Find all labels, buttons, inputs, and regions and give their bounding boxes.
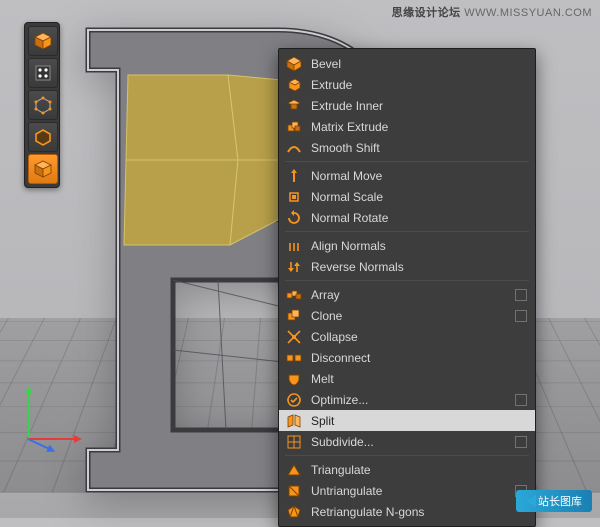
collapse-icon: [285, 328, 303, 346]
menu-extrude[interactable]: Extrude: [279, 74, 535, 95]
menu-label: Smooth Shift: [311, 141, 527, 155]
menu-label: Disconnect: [311, 351, 527, 365]
menu-separator: [285, 455, 529, 456]
menu-label: Split: [311, 414, 527, 428]
split-icon: [285, 412, 303, 430]
menu-label: Retriangulate N-gons: [311, 505, 527, 519]
submenu-indicator-icon: [515, 436, 527, 448]
menu-label: Triangulate: [311, 463, 527, 477]
axis-gizmo: [18, 380, 78, 440]
normal-scale-icon: [285, 188, 303, 206]
edge-mode-button[interactable]: [28, 122, 58, 152]
menu-normal-rotate[interactable]: Normal Rotate: [279, 207, 535, 228]
menu-retriangulate-ngons[interactable]: Retriangulate N-gons: [279, 501, 535, 522]
menu-label: Extrude: [311, 78, 527, 92]
triangulate-icon: [285, 461, 303, 479]
polygon-mode-button[interactable]: [28, 154, 58, 184]
menu-label: Align Normals: [311, 239, 527, 253]
watermark-top: 思缘设计论坛 WWW.MISSYUAN.COM: [392, 4, 592, 20]
menu-label: Bevel: [311, 57, 527, 71]
menu-label: Normal Move: [311, 169, 527, 183]
menu-label: Optimize...: [311, 393, 507, 407]
point-mode-button[interactable]: [28, 90, 58, 120]
mesh-context-menu: Bevel Extrude Extrude Inner Matrix Extru…: [278, 48, 536, 527]
menu-array[interactable]: Array: [279, 284, 535, 305]
watermark-bottom: 站长图库: [516, 490, 592, 512]
smooth-shift-icon: [285, 139, 303, 157]
menu-separator: [285, 161, 529, 162]
menu-split[interactable]: Split: [279, 410, 535, 431]
menu-label: Collapse: [311, 330, 527, 344]
menu-label: Clone: [311, 309, 507, 323]
subdivide-icon: [285, 433, 303, 451]
texture-mode-button[interactable]: [28, 58, 58, 88]
watermark-url: WWW.MISSYUAN.COM: [464, 7, 592, 19]
menu-normal-move[interactable]: Normal Move: [279, 165, 535, 186]
menu-subdivide[interactable]: Subdivide...: [279, 431, 535, 452]
menu-separator: [285, 280, 529, 281]
disconnect-icon: [285, 349, 303, 367]
normal-rotate-icon: [285, 209, 303, 227]
menu-label: Array: [311, 288, 507, 302]
mode-toolbar: [24, 22, 60, 188]
menu-extrude-inner[interactable]: Extrude Inner: [279, 95, 535, 116]
optimize-icon: [285, 391, 303, 409]
menu-disconnect[interactable]: Disconnect: [279, 347, 535, 368]
menu-melt[interactable]: Melt: [279, 368, 535, 389]
menu-reverse-normals[interactable]: Reverse Normals: [279, 256, 535, 277]
menu-label: Normal Scale: [311, 190, 527, 204]
array-icon: [285, 286, 303, 304]
menu-label: Extrude Inner: [311, 99, 527, 113]
model-mode-button[interactable]: [28, 26, 58, 56]
extrude-inner-icon: [285, 97, 303, 115]
menu-label: Melt: [311, 372, 527, 386]
extrude-icon: [285, 76, 303, 94]
menu-separator: [285, 231, 529, 232]
menu-triangulate[interactable]: Triangulate: [279, 459, 535, 480]
watermark-cn: 思缘设计论坛: [392, 7, 461, 19]
bevel-icon: [285, 55, 303, 73]
reverse-normals-icon: [285, 258, 303, 276]
melt-icon: [285, 370, 303, 388]
clone-icon: [285, 307, 303, 325]
normal-move-icon: [285, 167, 303, 185]
menu-untriangulate[interactable]: Untriangulate: [279, 480, 535, 501]
menu-normal-scale[interactable]: Normal Scale: [279, 186, 535, 207]
submenu-indicator-icon: [515, 394, 527, 406]
menu-collapse[interactable]: Collapse: [279, 326, 535, 347]
menu-label: Reverse Normals: [311, 260, 527, 274]
menu-align-normals[interactable]: Align Normals: [279, 235, 535, 256]
menu-matrix-extrude[interactable]: Matrix Extrude: [279, 116, 535, 137]
untriangulate-icon: [285, 482, 303, 500]
align-normals-icon: [285, 237, 303, 255]
matrix-extrude-icon: [285, 118, 303, 136]
menu-optimize[interactable]: Optimize...: [279, 389, 535, 410]
menu-label: Subdivide...: [311, 435, 507, 449]
menu-label: Untriangulate: [311, 484, 507, 498]
menu-clone[interactable]: Clone: [279, 305, 535, 326]
menu-smooth-shift[interactable]: Smooth Shift: [279, 137, 535, 158]
menu-bevel[interactable]: Bevel: [279, 53, 535, 74]
submenu-indicator-icon: [515, 289, 527, 301]
watermark-bottom-label: 站长图库: [538, 493, 582, 509]
menu-label: Matrix Extrude: [311, 120, 527, 134]
submenu-indicator-icon: [515, 310, 527, 322]
menu-label: Normal Rotate: [311, 211, 527, 225]
